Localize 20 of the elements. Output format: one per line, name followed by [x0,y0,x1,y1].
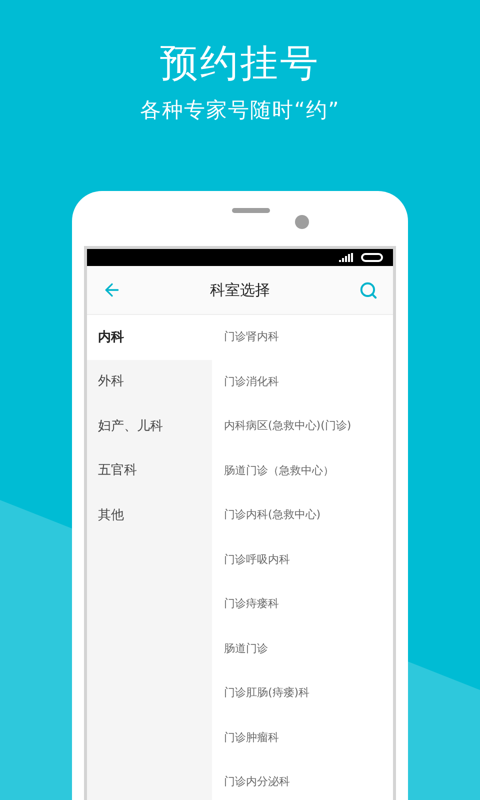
department-item[interactable]: 门诊痔瘘科 [212,582,393,626]
camera-icon [295,215,309,229]
speaker-icon [232,208,270,213]
battery-icon [361,253,383,262]
department-item[interactable]: 肠道门诊 [212,626,393,671]
category-item[interactable]: 内科 [87,315,212,360]
department-item[interactable]: 门诊消化科 [212,360,393,404]
promo-subtitle: 各种专家号随时“约” [140,97,340,124]
search-icon [358,280,378,300]
department-item[interactable]: 门诊呼吸内科 [212,538,393,582]
department-item[interactable]: 门诊内科(急救中心) [212,493,393,538]
header-title: 科室选择 [210,280,270,301]
department-item[interactable]: 门诊肛肠(痔瘘)科 [212,671,393,716]
signal-icon [339,253,353,262]
department-item[interactable]: 门诊内分泌科 [212,760,393,800]
department-item[interactable]: 门诊肿瘤科 [212,716,393,760]
department-item[interactable]: 内科病区(急救中心)(门诊) [212,404,393,448]
department-item[interactable]: 肠道门诊（急救中心） [212,448,393,493]
promo-title: 预约挂号 [160,40,320,86]
department-item[interactable]: 门诊肾内科 [212,315,393,360]
